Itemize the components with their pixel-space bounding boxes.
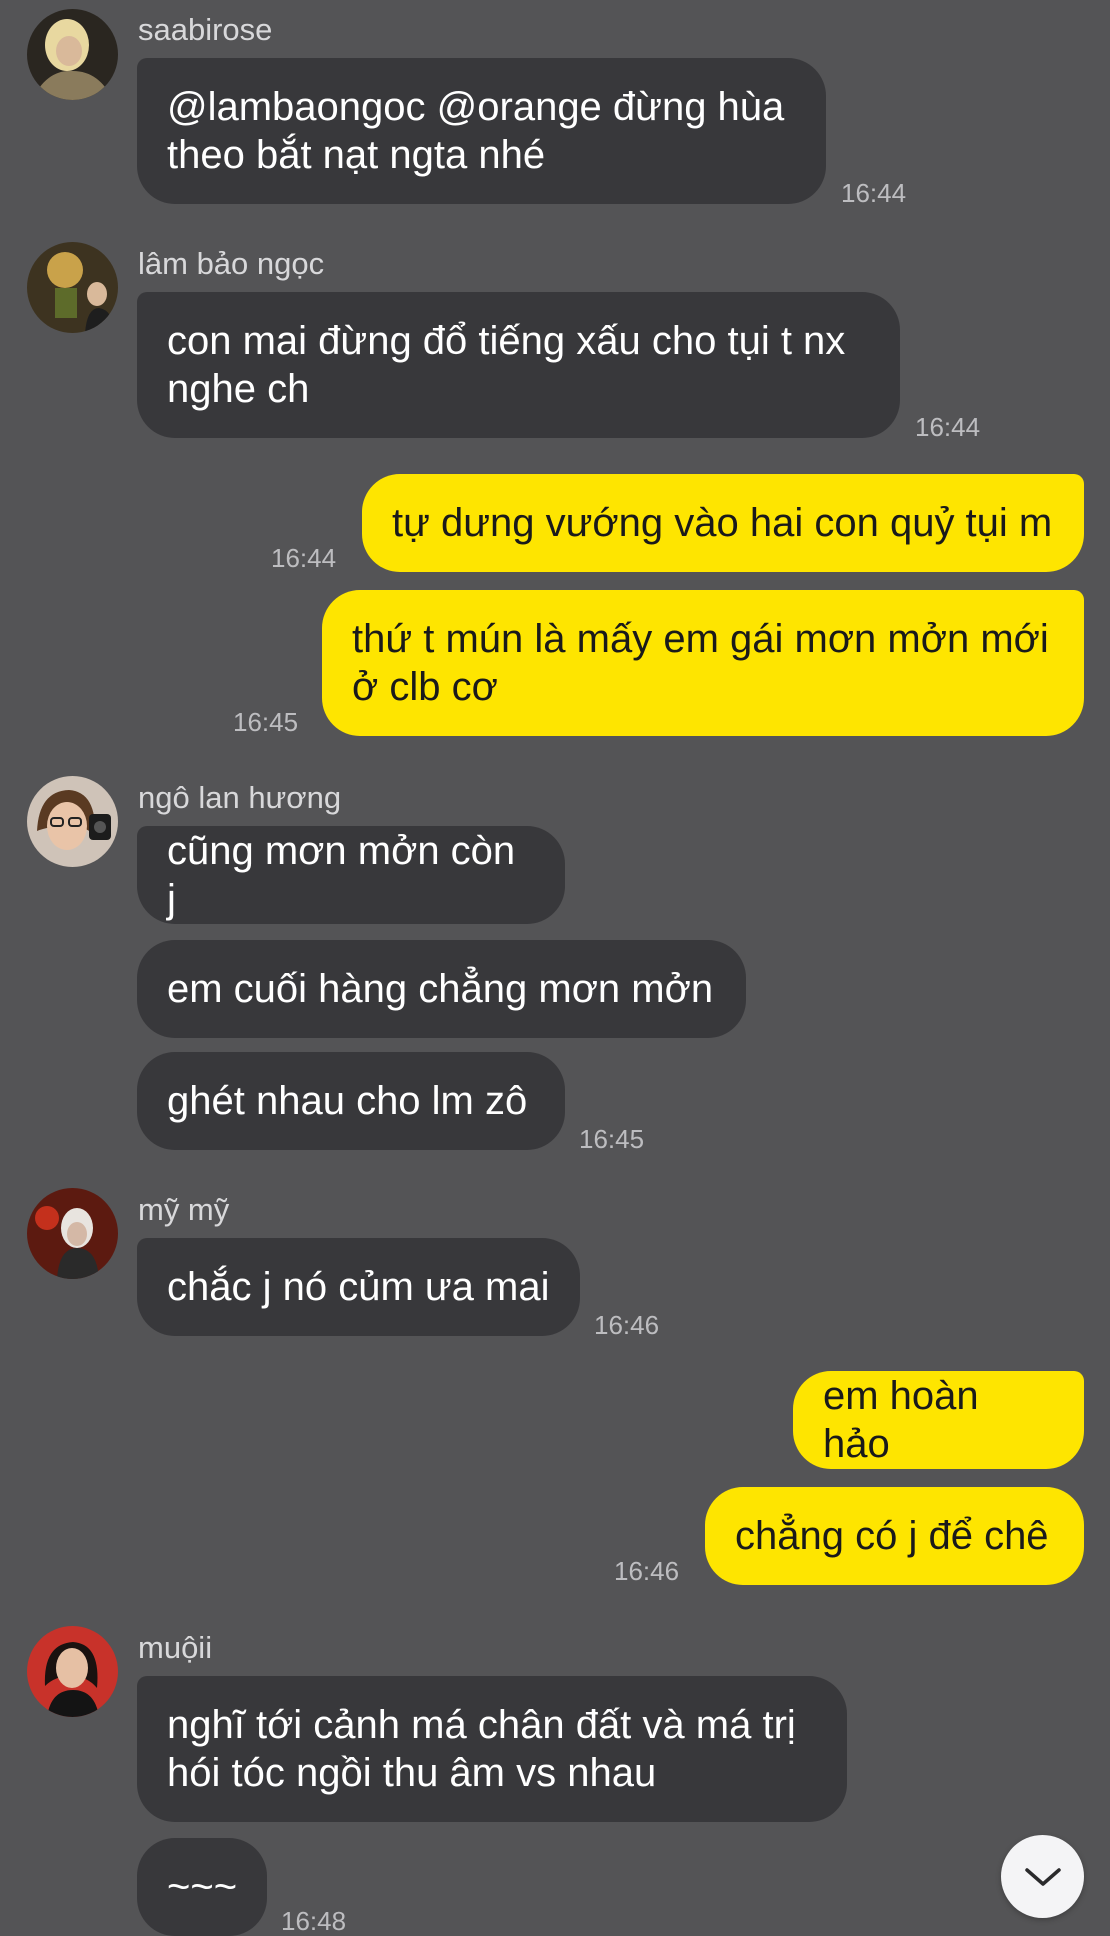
message-text: ở clb cơ xyxy=(352,665,498,709)
avatar-mymy-image xyxy=(27,1188,118,1279)
timestamp: 16:48 xyxy=(281,1906,347,1936)
sender-name: lâm bảo ngọc xyxy=(138,246,325,281)
timestamp: 16:45 xyxy=(579,1124,645,1154)
message-text: tự dưng vướng vào hai con quỷ tụi m xyxy=(392,501,1053,545)
message-bubble[interactable]: cũng mơn mởn còn j xyxy=(137,826,565,924)
avatar-lambaongoc-image xyxy=(27,242,118,333)
message-text: con mai đừng đổ tiếng xấu cho tụi t nx xyxy=(167,319,846,363)
sender-name: muộii xyxy=(138,1630,213,1665)
chevron-down-icon xyxy=(1024,1867,1061,1886)
message-text: chắc j nó củm ưa mai xyxy=(167,1265,550,1309)
avatar-muoii[interactable] xyxy=(27,1626,118,1717)
scroll-to-bottom-button[interactable] xyxy=(1001,1835,1084,1918)
avatar-saabirose[interactable] xyxy=(27,9,118,100)
message-text: theo bắt nạt ngta nhé xyxy=(167,133,546,177)
message-text: ghét nhau cho lm zô xyxy=(167,1079,528,1123)
timestamp: 16:46 xyxy=(594,1310,660,1340)
message-text: em hoàn hảo xyxy=(823,1374,979,1466)
message-text: em cuối hàng chẳng mơn mởn xyxy=(167,967,714,1011)
message-text: hói tóc ngồi thu âm vs nhau xyxy=(167,1751,657,1795)
message-bubble[interactable]: ghét nhau cho lm zô xyxy=(137,1052,565,1150)
message-text: @lambaongoc @orange đừng hùa xyxy=(167,85,785,129)
message-bubble[interactable]: em hoàn hảo xyxy=(793,1371,1084,1469)
message-bubble[interactable]: em cuối hàng chẳng mơn mởn xyxy=(137,940,746,1038)
avatar-saabirose-image xyxy=(27,9,118,100)
message-bubble[interactable]: chẳng có j để chê xyxy=(705,1487,1084,1585)
timestamp: 16:44 xyxy=(915,412,981,442)
message-bubble[interactable]: tự dưng vướng vào hai con quỷ tụi m xyxy=(362,474,1084,572)
timestamp: 16:44 xyxy=(841,178,907,208)
message-text: ~~~ xyxy=(167,1865,238,1909)
avatar-muoii-image xyxy=(27,1626,118,1717)
avatar-mymy[interactable] xyxy=(27,1188,118,1279)
message-bubble[interactable]: thứ t mún là mấy em gái mơn mởn mới ở cl… xyxy=(322,590,1084,736)
message-bubble[interactable]: nghĩ tới cảnh má chân đất và má trị hói … xyxy=(137,1676,847,1822)
message-bubble[interactable]: ~~~ xyxy=(137,1838,267,1936)
timestamp: 16:46 xyxy=(614,1556,680,1586)
timestamp: 16:45 xyxy=(233,707,299,737)
sender-name: saabirose xyxy=(138,12,273,47)
message-bubble[interactable]: @lambaongoc @orange đừng hùa theo bắt nạ… xyxy=(137,58,826,204)
avatar-ngolanhuong-image xyxy=(27,776,118,867)
avatar-ngolanhuong[interactable] xyxy=(27,776,118,867)
message-text: nghĩ tới cảnh má chân đất và má trị xyxy=(167,1703,796,1747)
message-text: cũng mơn mởn còn j xyxy=(167,829,516,921)
avatar-lambaongoc[interactable] xyxy=(27,242,118,333)
message-bubble[interactable]: con mai đừng đổ tiếng xấu cho tụi t nx n… xyxy=(137,292,900,438)
message-bubble[interactable]: chắc j nó củm ưa mai xyxy=(137,1238,580,1336)
message-text: chẳng có j để chê xyxy=(735,1514,1049,1558)
timestamp: 16:44 xyxy=(271,543,337,573)
message-text: thứ t mún là mấy em gái mơn mởn mới xyxy=(352,617,1049,661)
sender-name: mỹ mỹ xyxy=(138,1192,230,1227)
message-text: nghe ch xyxy=(167,367,310,411)
sender-name: ngô lan hương xyxy=(138,780,342,815)
